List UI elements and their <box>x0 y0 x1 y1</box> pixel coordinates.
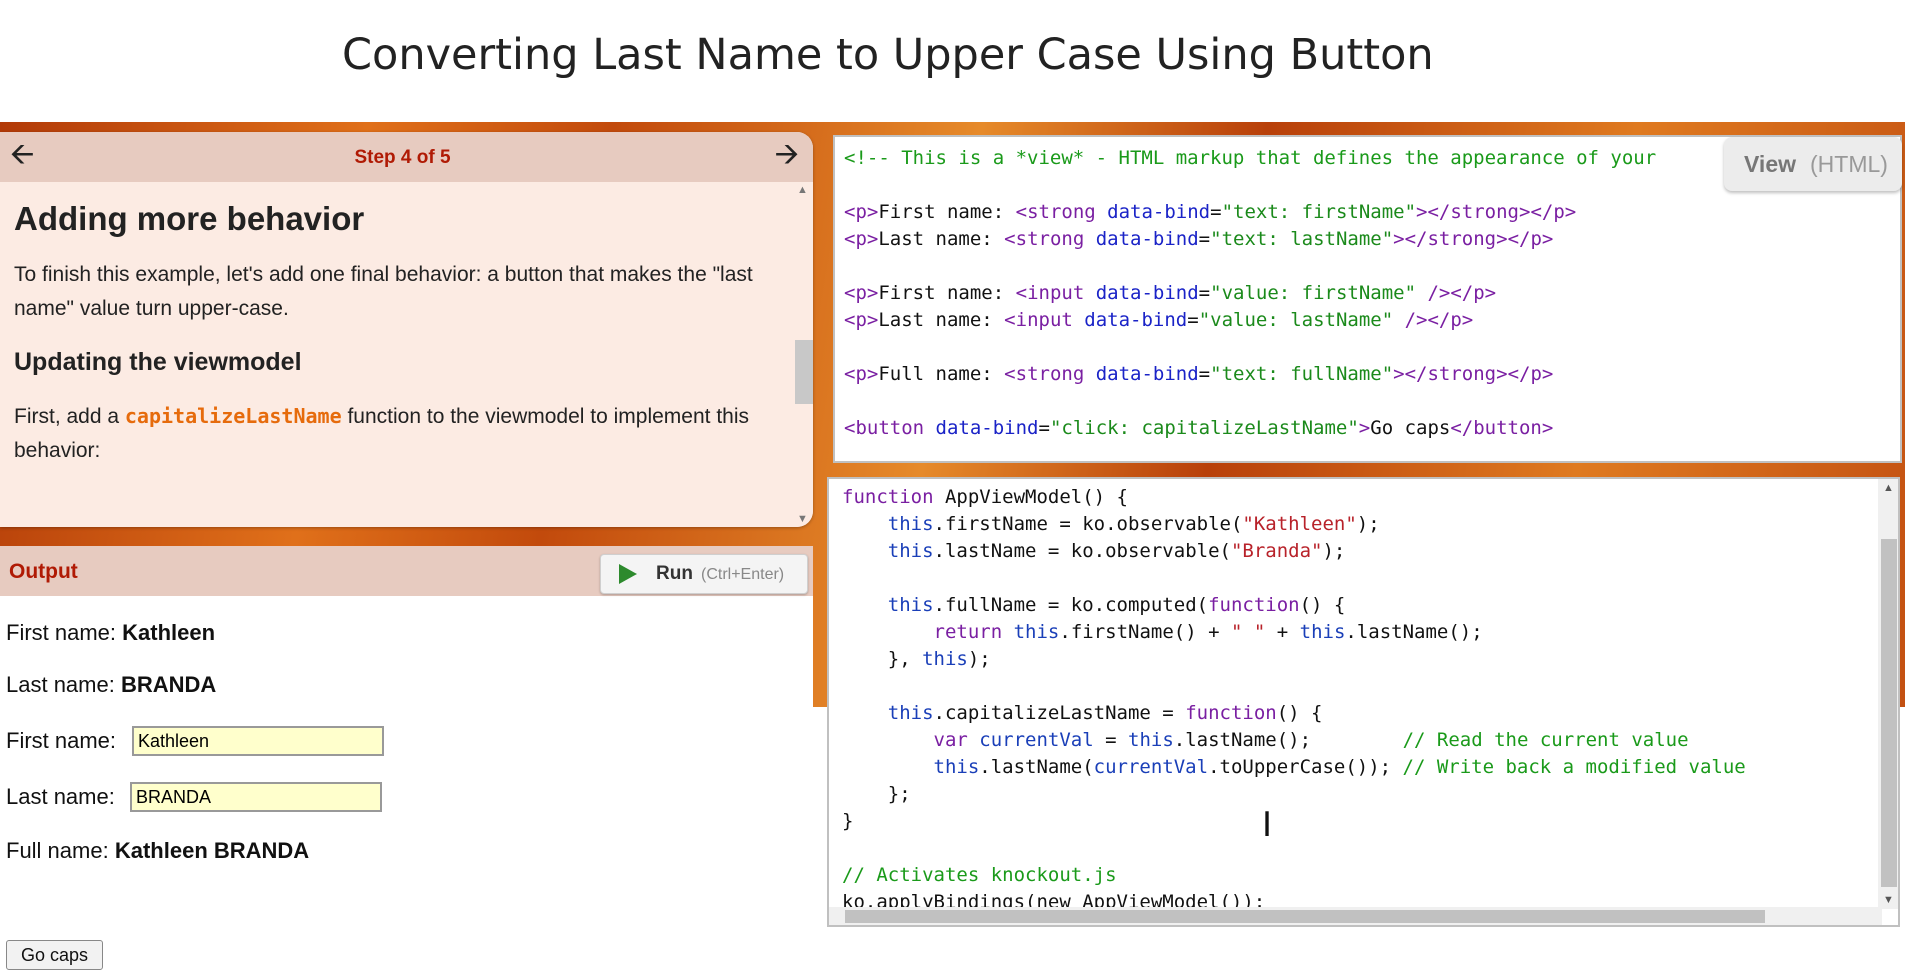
html-line-3: <p>First name: <input data-bind="value: … <box>844 282 1497 304</box>
tutorial-heading: Adding more behavior <box>14 200 365 237</box>
full-name-value: Kathleen BRANDA <box>114 838 310 863</box>
view-tab-sublabel: (HTML) <box>1810 151 1888 177</box>
output-title: Output <box>9 560 78 583</box>
first-name-label: First name: <box>6 620 117 645</box>
first-name-input[interactable] <box>132 726 384 756</box>
js-code[interactable]: function AppViewModel() { this.firstName… <box>842 484 1746 916</box>
output-panel: Output Run (Ctrl+Enter) First name: Kath… <box>0 546 813 970</box>
play-icon <box>619 564 637 584</box>
full-name-label: Full name: <box>6 838 109 863</box>
scroll-up-icon[interactable]: ▲ <box>797 184 808 196</box>
scroll-thumb[interactable] <box>845 910 1765 923</box>
html-line-6: <button data-bind="click: capitalizeLast… <box>844 417 1554 439</box>
tutorial-intro: To finish this example, let's add one fi… <box>14 263 753 320</box>
scroll-down-icon[interactable]: ▼ <box>797 513 808 525</box>
tutorial-header: 🡨 Step 4 of 5 🡪 <box>0 132 813 182</box>
full-name-display: Full name: Kathleen BRANDA <box>6 838 309 864</box>
instruction-prefix: First, add a <box>14 405 125 428</box>
scroll-thumb[interactable] <box>795 340 813 404</box>
js-vertical-scrollbar[interactable]: ▲ ▼ <box>1878 479 1898 909</box>
tutorial-subheading: Updating the viewmodel <box>14 348 302 376</box>
scroll-down-icon[interactable]: ▼ <box>1883 894 1894 906</box>
first-name-display: First name: Kathleen <box>6 620 215 646</box>
first-name-input-label: First name: <box>6 728 117 753</box>
view-tab-label: View <box>1744 151 1796 177</box>
step-indicator: Step 4 of 5 <box>354 147 451 168</box>
view-html-tab[interactable]: View (HTML) <box>1724 137 1902 191</box>
js-editor[interactable]: function AppViewModel() { this.firstName… <box>827 477 1900 927</box>
html-comment-line: <!-- This is a *view* - HTML markup that… <box>844 147 1657 169</box>
last-name-input[interactable] <box>130 782 382 812</box>
scroll-up-icon[interactable]: ▲ <box>1883 482 1894 494</box>
run-button[interactable]: Run (Ctrl+Enter) <box>600 554 808 594</box>
scroll-thumb[interactable] <box>1881 539 1897 887</box>
last-name-value: BRANDA <box>120 672 217 697</box>
run-button-label: Run <box>656 563 693 584</box>
last-name-label: Last name: <box>6 672 115 697</box>
last-name-display: Last name: BRANDA <box>6 672 216 698</box>
html-line-1: <p>First name: <strong data-bind="text: … <box>844 201 1577 223</box>
arrow-right-icon[interactable]: 🡪 <box>775 140 799 170</box>
js-horizontal-scrollbar[interactable] <box>829 907 1882 925</box>
output-header: Output Run (Ctrl+Enter) <box>0 546 813 596</box>
tutorial-panel: 🡨 Step 4 of 5 🡪 Adding more behavior To … <box>0 132 813 527</box>
page-title: Converting Last Name to Upper Case Using… <box>342 30 1434 80</box>
run-shortcut-hint: (Ctrl+Enter) <box>701 566 785 583</box>
inline-code-keyword: capitalizeLastName <box>124 404 342 428</box>
html-line-4: <p>Last name: <input data-bind="value: l… <box>844 309 1474 331</box>
text-cursor-icon: I <box>1262 805 1273 845</box>
tutorial-body: Adding more behavior To finish this exam… <box>14 182 774 527</box>
html-line-2: <p>Last name: <strong data-bind="text: l… <box>844 228 1554 250</box>
html-line-5: <p>Full name: <strong data-bind="text: f… <box>844 363 1554 385</box>
go-caps-button[interactable]: Go caps <box>6 940 103 970</box>
first-name-value: Kathleen <box>122 620 216 645</box>
html-code[interactable]: <!-- This is a *view* - HTML markup that… <box>844 145 1656 442</box>
tutorial-instruction: First, add a capitalizeLastName function… <box>14 399 774 468</box>
last-name-input-label: Last name: <box>6 784 115 809</box>
tutorial-scrollbar[interactable]: ▲ ▼ <box>791 182 813 527</box>
